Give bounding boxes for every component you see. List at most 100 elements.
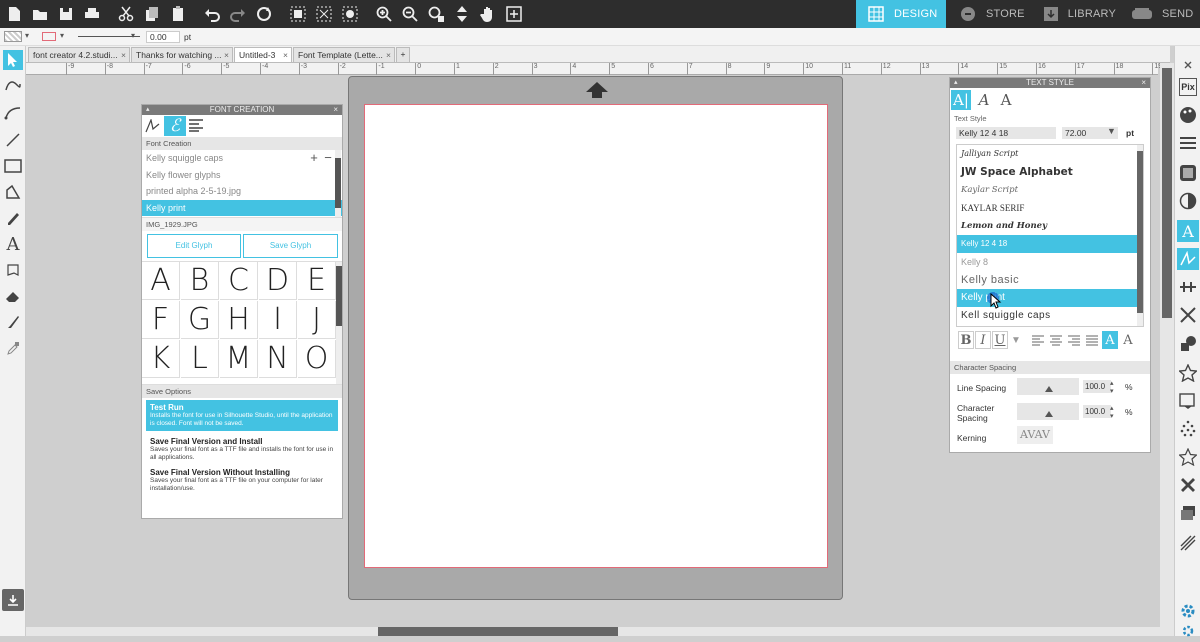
undo-icon[interactable] <box>202 4 222 24</box>
panel-header[interactable]: ▴ FONT CREATION × <box>142 105 342 115</box>
save-install-option[interactable]: Save Final Version and Install Saves you… <box>146 437 338 462</box>
align-left-icon[interactable] <box>1030 331 1046 349</box>
glyph-cell[interactable]: G <box>181 301 219 339</box>
glyph-cell[interactable]: L <box>181 340 219 378</box>
chevron-down-icon[interactable]: ▾ <box>131 31 135 40</box>
select-by-color-icon[interactable] <box>340 4 360 24</box>
glyph-cell[interactable]: O <box>298 340 336 378</box>
glyph-cell[interactable]: N <box>259 340 297 378</box>
list-item[interactable]: Kelly 8 <box>957 253 1143 271</box>
doc-tab[interactable]: font creator 4.2.studi... × <box>28 47 130 62</box>
list-item[interactable]: Kell squiggle caps <box>957 307 1143 325</box>
align-right-icon[interactable] <box>1066 331 1082 349</box>
close-icon[interactable]: × <box>333 105 338 115</box>
kerning-toggle[interactable]: AVAV <box>1017 426 1053 444</box>
text-style-tab-icon[interactable]: A| <box>951 90 971 110</box>
close-icon[interactable]: × <box>386 50 391 60</box>
trace-icon[interactable] <box>1177 390 1199 412</box>
close-icon[interactable]: × <box>224 50 229 60</box>
glyph-cell[interactable]: F <box>142 301 180 339</box>
test-run-option[interactable]: Test Run Installs the font for use in Si… <box>146 400 338 431</box>
contrast-icon[interactable] <box>1177 190 1199 212</box>
font-list-scrollbar[interactable] <box>335 150 341 217</box>
point-edit-tool-icon[interactable] <box>3 76 23 96</box>
pan-hand-icon[interactable] <box>478 4 498 24</box>
select-tool-icon[interactable] <box>3 50 23 70</box>
zoom-select-icon[interactable] <box>426 4 446 24</box>
list-item[interactable]: Kelly basic <box>957 271 1143 289</box>
list-item[interactable]: KAYLAR SERIF <box>957 199 1143 217</box>
new-tab-button[interactable]: + <box>396 47 410 62</box>
glyph-cell[interactable]: K <box>142 340 180 378</box>
line-tool-icon[interactable] <box>3 130 23 150</box>
line-spacing-input[interactable]: 100.0 <box>1083 380 1111 393</box>
vertical-text-button[interactable]: A <box>1120 331 1136 349</box>
list-item[interactable]: JW Space Alphabet <box>957 163 1143 181</box>
select-all-icon[interactable] <box>288 4 308 24</box>
save-icon[interactable] <box>56 4 76 24</box>
fit-to-page-icon[interactable] <box>504 4 524 24</box>
lines-sketch-icon[interactable] <box>1177 532 1199 554</box>
palette-icon[interactable] <box>1177 104 1199 126</box>
print-icon[interactable] <box>82 4 102 24</box>
settings-gear-small-icon[interactable] <box>1177 620 1199 642</box>
star-outline-icon[interactable] <box>1177 446 1199 468</box>
deselect-icon[interactable] <box>314 4 334 24</box>
list-tab-icon[interactable] <box>188 118 206 134</box>
glyph-cell[interactable]: E <box>298 262 336 300</box>
underline-button[interactable]: U <box>992 331 1008 349</box>
fill-swatch[interactable] <box>4 31 22 42</box>
pixscan-icon[interactable]: Pix <box>1179 78 1197 96</box>
list-item[interactable]: Kelly flower glyphs <box>142 167 342 184</box>
doc-tab[interactable]: Thanks for watching ... × <box>131 47 233 62</box>
chevron-down-icon[interactable]: ▼ <box>1107 126 1116 136</box>
list-item[interactable]: Kaylar Script <box>957 181 1143 199</box>
transform-icon[interactable] <box>1177 304 1199 326</box>
glyph-cell[interactable]: A <box>142 262 180 300</box>
text-effects-tab-icon[interactable]: A <box>974 90 994 110</box>
character-spacing-input[interactable]: 100.0 <box>1083 405 1111 418</box>
text-tool-icon[interactable]: A <box>3 234 23 255</box>
font-name-input[interactable]: Kelly 12 4 18 <box>956 127 1056 139</box>
chevron-down-icon[interactable]: ▾ <box>60 31 64 40</box>
page-curl-tool-icon[interactable] <box>3 260 23 280</box>
scrollbar-thumb[interactable] <box>378 627 618 636</box>
vertical-scrollbar[interactable] <box>1160 63 1174 627</box>
remove-font-button[interactable]: − <box>322 150 334 166</box>
knife-tool-icon[interactable] <box>3 312 23 332</box>
doc-tab[interactable]: Font Template (Lette... × <box>293 47 395 62</box>
align-icon[interactable] <box>1177 276 1199 298</box>
glyph-cell[interactable]: D <box>259 262 297 300</box>
list-item-selected[interactable]: Kelly 12 4 18 <box>957 235 1143 253</box>
curve-tool-icon[interactable] <box>3 102 23 122</box>
copy-icon[interactable] <box>142 4 162 24</box>
line-spacing-slider[interactable] <box>1017 378 1079 395</box>
move-arrows-icon[interactable] <box>452 4 472 24</box>
tab-library[interactable]: LIBRARY <box>1030 0 1116 28</box>
tab-send[interactable]: SEND <box>1118 0 1200 28</box>
tab-store[interactable]: STORE <box>948 0 1028 28</box>
doc-tab-active[interactable]: Untitled-3 × <box>234 47 292 62</box>
save-without-install-option[interactable]: Save Final Version Without Installing Sa… <box>146 468 338 493</box>
italic-button[interactable]: I <box>975 331 991 349</box>
library-stack-icon[interactable] <box>1177 502 1199 524</box>
settings-gear-icon[interactable] <box>1177 600 1199 622</box>
sketch-dots-icon[interactable] <box>1177 418 1199 440</box>
new-file-icon[interactable] <box>4 4 24 24</box>
font-list-scrollbar[interactable] <box>1137 145 1143 326</box>
chevron-down-icon[interactable]: ▼ <box>1008 331 1024 349</box>
glyph-cell[interactable]: M <box>220 340 258 378</box>
close-icon[interactable]: × <box>283 50 288 60</box>
zoom-out-icon[interactable] <box>400 4 420 24</box>
star-shape-icon[interactable] <box>1177 362 1199 384</box>
line-width-input[interactable]: 0.00 <box>146 31 180 43</box>
align-justify-icon[interactable] <box>1084 331 1100 349</box>
list-item[interactable]: Jalliyan Script <box>957 145 1143 163</box>
horizontal-scrollbar[interactable] <box>26 627 1174 636</box>
weld-puzzle-icon[interactable] <box>1177 474 1199 496</box>
tab-design[interactable]: DESIGN <box>856 0 946 28</box>
edit-glyph-button[interactable]: Edit Glyph <box>147 234 241 258</box>
glyph-cell[interactable]: J <box>298 301 336 339</box>
cut-icon[interactable] <box>116 4 136 24</box>
align-center-icon[interactable] <box>1048 331 1064 349</box>
